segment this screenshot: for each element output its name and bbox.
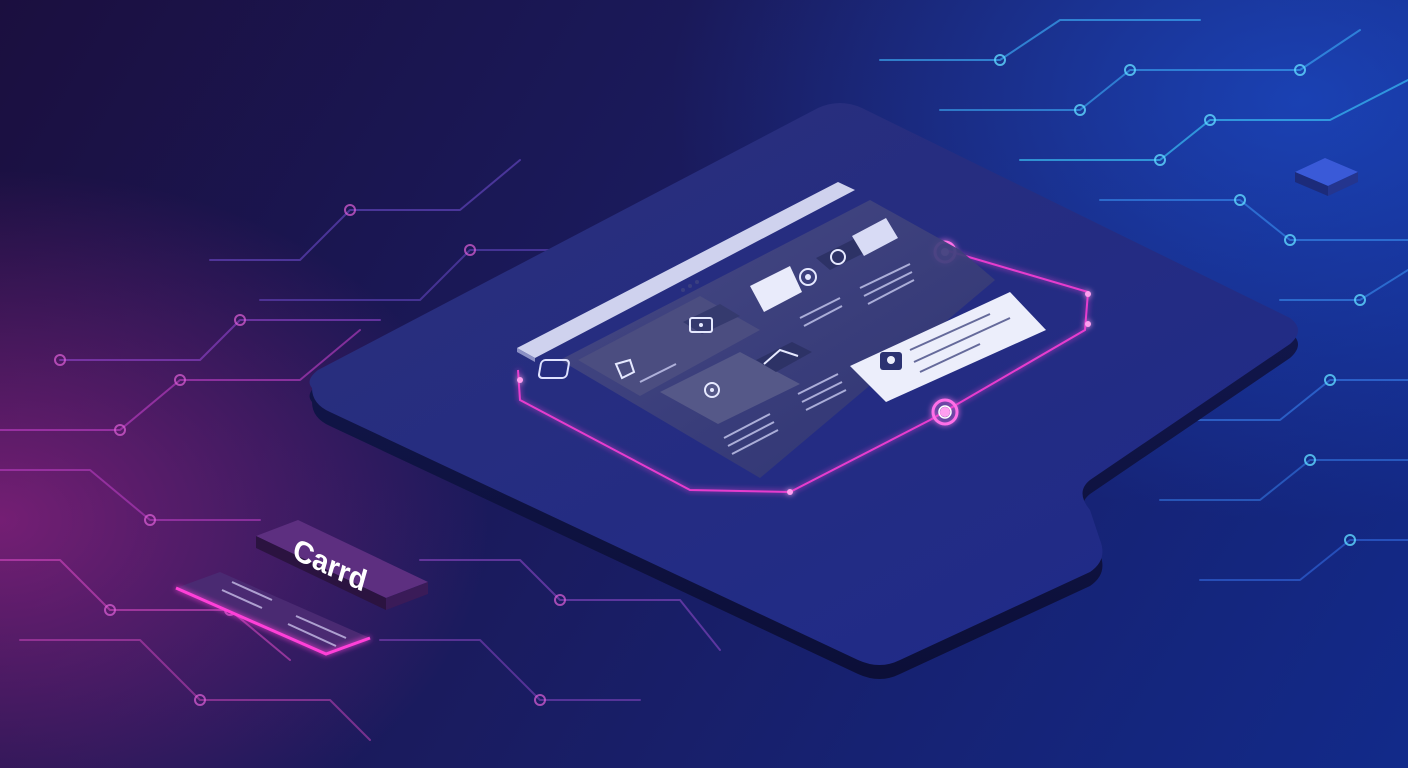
chip-component <box>1295 158 1358 196</box>
illustration-scene: Carrd <box>0 19 1408 741</box>
carrd-logo-card: Carrd <box>256 520 428 610</box>
profile-icon <box>880 352 902 370</box>
